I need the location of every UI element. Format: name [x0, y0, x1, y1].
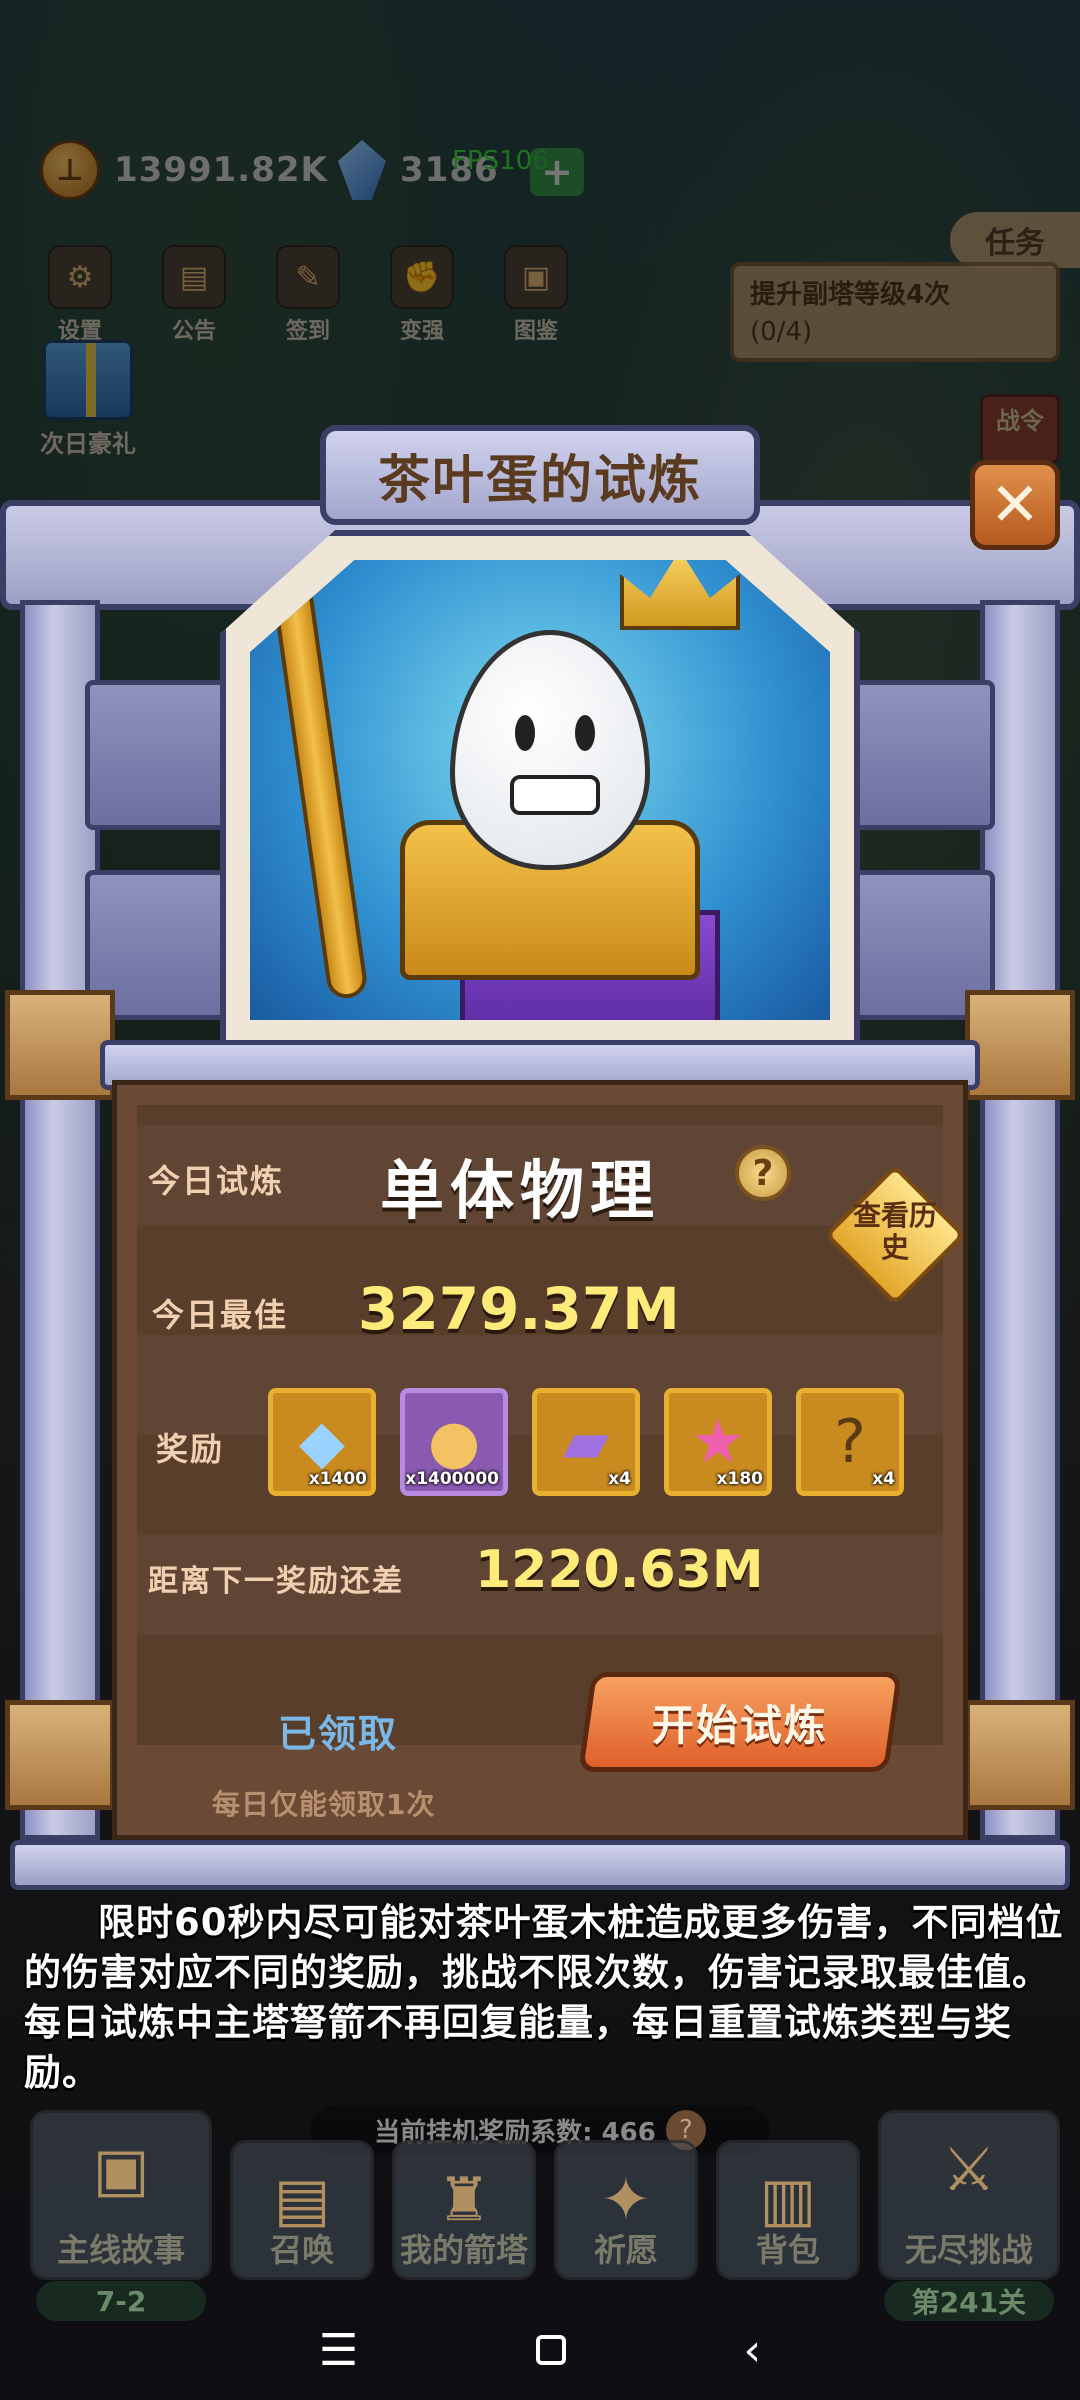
egg-mouth [510, 775, 600, 815]
reward-qty: x4 [872, 1469, 895, 1489]
reward-list: ◆ x1400 ● x1400000 ▰ x4 ★ x180 ? x4 [268, 1388, 904, 1496]
bottom-nav: ▣ 主线故事 7-2 ▤ 召唤 ♜ 我的箭塔 ✦ 祈愿 ▥ 背包 ⚔ 无尽挑战 … [30, 2110, 1060, 2321]
reward-qty: x1400000 [405, 1469, 499, 1489]
close-button[interactable]: ✕ [970, 460, 1060, 550]
tower-icon: ♜ [437, 2165, 491, 2235]
today-trial-label: 今日试炼 [148, 1162, 285, 1200]
next-reward-value: 1220.63M [475, 1540, 764, 1600]
tea-egg-character-icon [450, 630, 650, 870]
book-icon: ▣ [92, 2135, 150, 2205]
star-icon: ✦ [600, 2165, 652, 2235]
nav-label: 主线故事 [57, 2231, 186, 2269]
mystery-box-icon: ? [834, 1407, 866, 1477]
rewards-label: 奖励 [156, 1430, 225, 1468]
reward-item[interactable]: ? x4 [796, 1388, 904, 1496]
egg-eye [515, 715, 535, 751]
reward-item[interactable]: ▰ x4 [532, 1388, 640, 1496]
trial-help-button[interactable]: ? [735, 1145, 791, 1201]
nav-summon[interactable]: ▤ 召唤 [230, 2140, 375, 2280]
crown-icon [620, 560, 740, 630]
nav-endless-challenge[interactable]: ⚔ 无尽挑战 第241关 [877, 2110, 1060, 2321]
pillar-cap [965, 990, 1075, 1100]
nav-my-tower[interactable]: ♜ 我的箭塔 [392, 2140, 536, 2280]
view-history-label[interactable]: 查看历史 [845, 1200, 945, 1264]
reward-item[interactable]: ★ x180 [664, 1388, 772, 1496]
reward-qty: x1400 [308, 1469, 367, 1489]
gold-coin-icon: ● [427, 1407, 481, 1477]
sword-icon: ⚔ [941, 2135, 996, 2205]
nav-wish[interactable]: ✦ 祈愿 [553, 2140, 698, 2280]
modal-title: 茶叶蛋的试炼 [377, 450, 702, 511]
reward-qty: x4 [608, 1469, 631, 1489]
today-best-value: 3279.37M [358, 1275, 680, 1343]
trial-description: 限时60秒内尽可能对茶叶蛋木桩造成更多伤害，不同档位的伤害对应不同的奖励，挑战不… [24, 1901, 1064, 2094]
recents-button[interactable]: ☰ [319, 2325, 358, 2376]
nav-main-story[interactable]: ▣ 主线故事 7-2 [30, 2110, 213, 2321]
today-best-label: 今日最佳 [152, 1296, 289, 1334]
frame-bottom [10, 1840, 1070, 1890]
stone-block [85, 680, 235, 830]
stone-block [845, 680, 995, 830]
scroll-icon: ▤ [273, 2165, 331, 2235]
home-button[interactable] [535, 2335, 566, 2365]
boss-portrait [220, 530, 860, 1050]
pillar-cap [5, 990, 115, 1100]
pillar-cap [5, 1700, 115, 1810]
claimed-status: 已领取 [278, 1712, 399, 1756]
daily-limit-note: 每日仅能领取1次 [212, 1788, 436, 1821]
trial-type: 单体物理 [380, 1155, 660, 1229]
nav-backpack[interactable]: ▥ 背包 [715, 2140, 860, 2280]
start-trial-button[interactable]: 开始试炼 [577, 1672, 903, 1772]
rainbow-star-icon: ★ [691, 1407, 745, 1477]
pillar-cap [965, 1700, 1075, 1810]
blue-crystal-icon: ◆ [298, 1407, 346, 1477]
reward-item[interactable]: ● x1400000 [400, 1388, 508, 1496]
egg-eye [575, 715, 595, 751]
system-nav-bar: ☰ ‹ [0, 2300, 1080, 2400]
reward-qty: x180 [716, 1469, 763, 1489]
modal-title-plate: 茶叶蛋的试炼 [320, 425, 760, 525]
purple-ticket-icon: ▰ [562, 1407, 610, 1477]
next-reward-label: 距离下一奖励还差 [148, 1564, 404, 1599]
back-button[interactable]: ‹ [744, 2325, 762, 2376]
scepter-icon [270, 579, 370, 1001]
nav-label: 无尽挑战 [904, 2231, 1033, 2269]
reward-item[interactable]: ◆ x1400 [268, 1388, 376, 1496]
backpack-icon: ▥ [759, 2165, 817, 2235]
portrait-background [250, 560, 830, 1020]
start-trial-label: 开始试炼 [651, 1700, 828, 1750]
